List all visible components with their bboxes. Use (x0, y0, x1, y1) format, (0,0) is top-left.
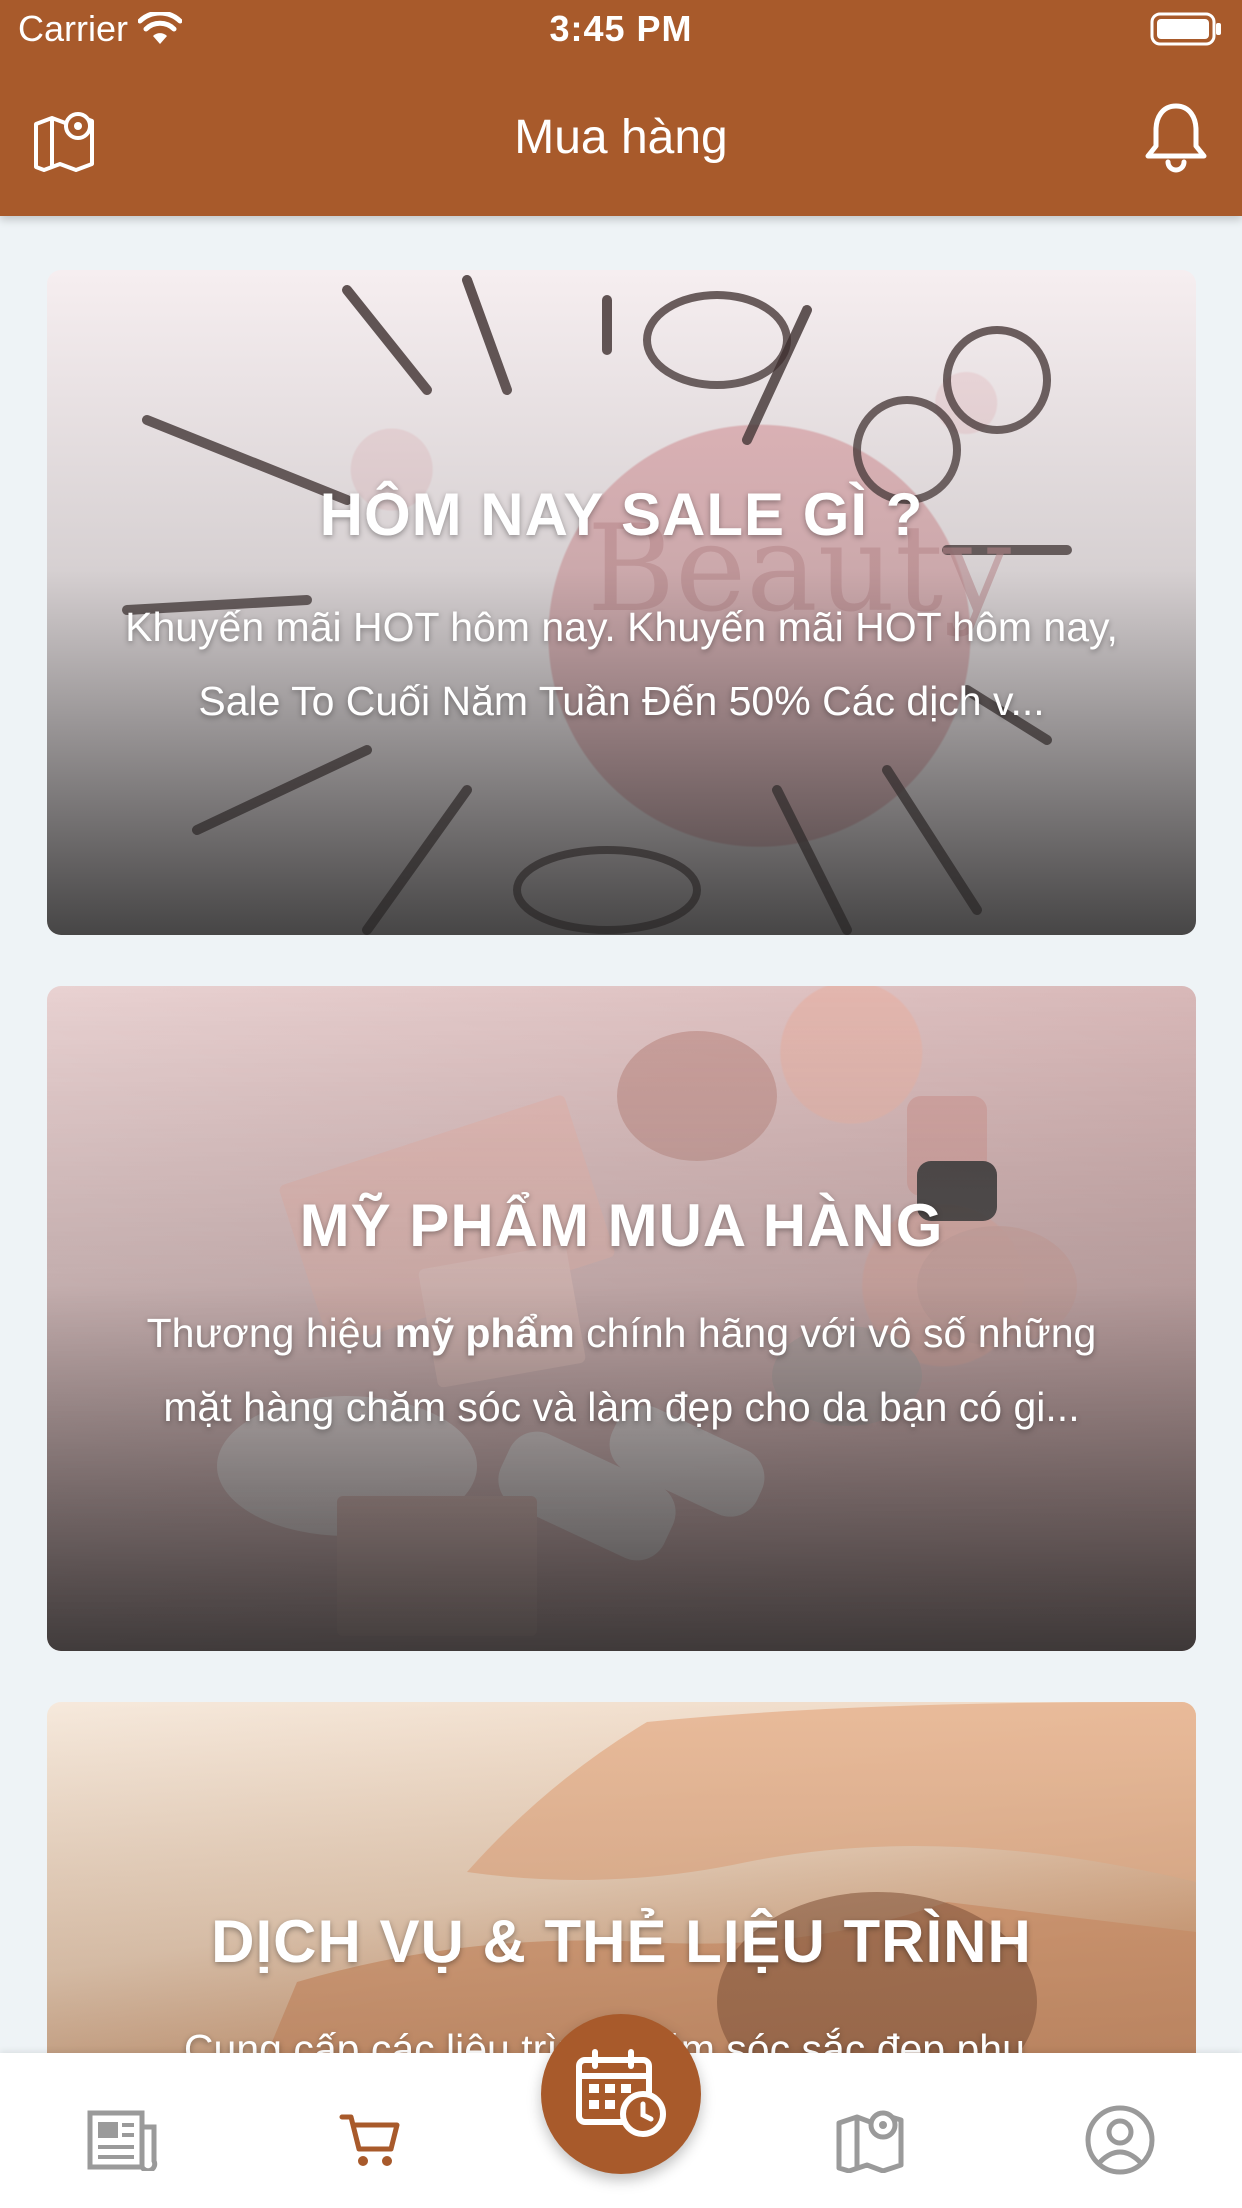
cart-icon (339, 2111, 401, 2169)
card-title: HÔM NAY SALE GÌ ? (319, 481, 924, 548)
card-title: MỸ PHẨM MUA HÀNG (299, 1192, 944, 1259)
card-description-prefix: Thương hiệu (146, 1310, 395, 1356)
promo-card-cosmetics[interactable]: MỸ PHẨM MUA HÀNG Thương hiệu mỹ phẩm chí… (47, 986, 1196, 1651)
booking-fab[interactable] (541, 2014, 701, 2174)
promo-card-sale[interactable]: Beauty HÔM NAY SALE GÌ ? Khuyến mãi HOT … (47, 270, 1196, 935)
battery-icon (1150, 12, 1224, 46)
tab-map[interactable] (830, 2105, 910, 2175)
bell-icon[interactable] (1140, 100, 1212, 176)
tab-news[interactable] (82, 2105, 162, 2175)
profile-icon (1084, 2104, 1156, 2176)
tab-cart[interactable] (330, 2105, 410, 2175)
top-bar: Carrier 3:45 PM Mua hàng (0, 0, 1242, 216)
calendar-clock-icon (573, 2048, 669, 2140)
tab-profile[interactable] (1080, 2105, 1160, 2175)
news-icon (86, 2109, 158, 2171)
card-description: Thương hiệu mỹ phẩm chính hãng với vô số… (107, 1296, 1136, 1444)
card-description-bold: mỹ phẩm (394, 1310, 575, 1356)
status-time: 3:45 PM (549, 8, 693, 49)
map-icon (835, 2107, 905, 2173)
card-description: Khuyến mãi HOT hôm nay. Khuyến mãi HOT h… (125, 604, 1118, 724)
page-title: Mua hàng (514, 111, 728, 164)
card-title: DỊCH VỤ & THẺ LIỆU TRÌNH (211, 1908, 1032, 1975)
status-bar: Carrier 3:45 PM (0, 0, 1242, 58)
